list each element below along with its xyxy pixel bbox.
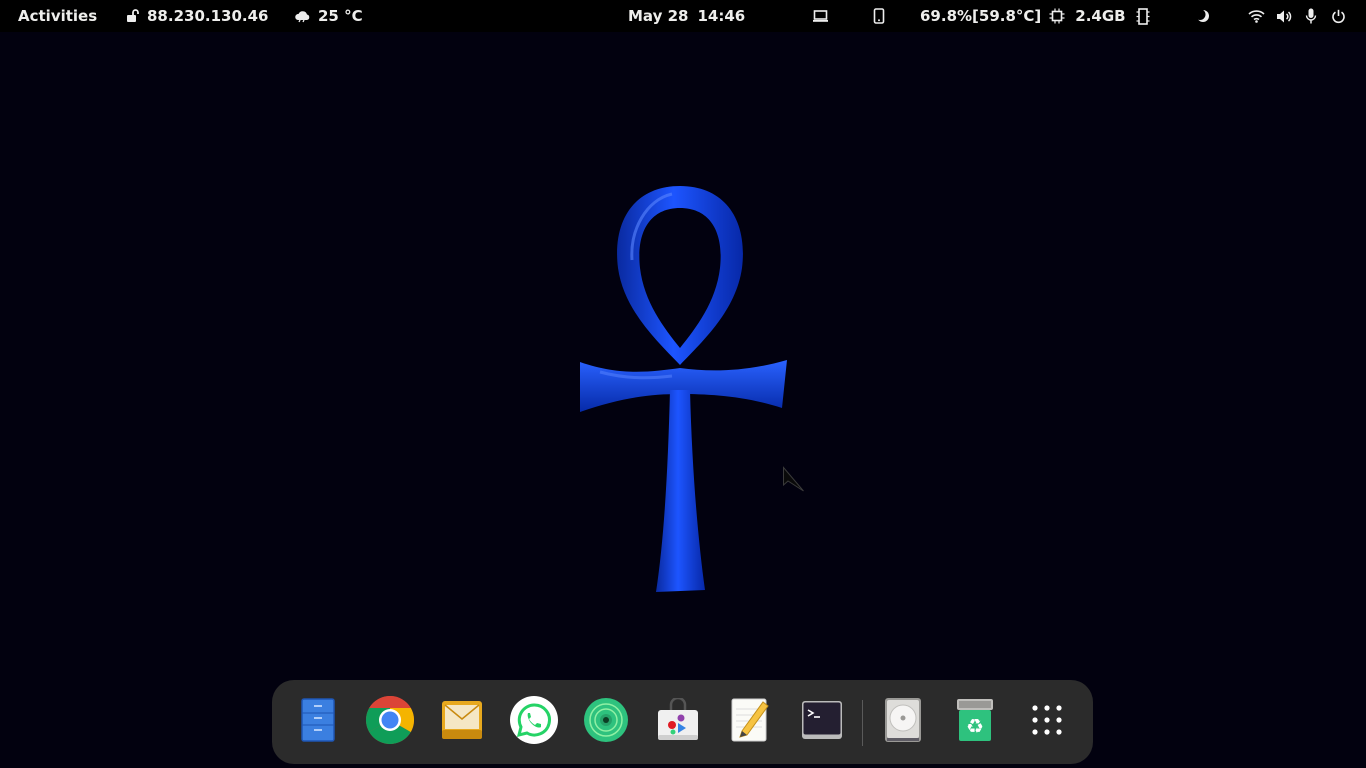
memory-usage: 2.4GB — [1075, 7, 1126, 25]
system-monitor[interactable]: 69.8%[59.8°C] 2.4GB — [920, 0, 1150, 32]
dock: ♻ — [272, 680, 1093, 764]
dock-item-files[interactable] — [294, 698, 342, 746]
dock-item-software-store[interactable] — [654, 696, 702, 746]
night-light-icon — [1196, 9, 1210, 23]
whatsapp-icon — [510, 696, 558, 748]
terminal-icon — [801, 700, 843, 744]
ip-address: 88.230.130.46 — [147, 7, 269, 25]
svg-text:♻: ♻ — [966, 714, 984, 738]
dock-item-whatsapp[interactable] — [510, 696, 558, 748]
dock-item-mail[interactable] — [438, 698, 486, 746]
chrome-icon — [365, 695, 415, 748]
music-disc-icon — [583, 697, 629, 747]
phone-icon — [873, 8, 885, 24]
files-icon — [301, 698, 335, 746]
ankh-wallpaper-image — [560, 150, 800, 604]
phone-indicator[interactable] — [873, 0, 885, 32]
clock-date: May 28 — [628, 7, 689, 25]
hard-disk-icon — [884, 697, 922, 747]
pencil-notepad-icon — [730, 697, 770, 747]
dock-item-text-editor[interactable] — [726, 698, 774, 746]
wifi-icon — [1248, 9, 1265, 23]
dock-item-trash[interactable]: ♻ — [951, 698, 999, 746]
cpu-usage: 69.8%[59.8°C] — [920, 7, 1042, 25]
night-light-indicator[interactable] — [1196, 0, 1210, 32]
activities-button[interactable]: Activities — [18, 0, 97, 32]
dock-item-show-applications[interactable] — [1023, 698, 1071, 746]
laptop-indicator[interactable] — [812, 0, 829, 32]
cloudy-weather-icon — [294, 9, 311, 23]
unlocked-padlock-icon — [126, 9, 140, 23]
mouse-pointer-icon — [782, 466, 806, 498]
cpu-chip-icon — [1049, 8, 1065, 24]
top-bar: Activities 88.230.130.46 25 °C May 28 14… — [0, 0, 1366, 32]
clock[interactable]: May 28 14:46 — [628, 0, 745, 32]
dock-item-disk[interactable] — [879, 698, 927, 746]
ip-indicator[interactable]: 88.230.130.46 — [126, 0, 268, 32]
shopping-bag-icon — [656, 696, 700, 746]
dock-item-google-chrome[interactable] — [365, 695, 415, 748]
activities-label: Activities — [18, 7, 98, 25]
weather-indicator[interactable]: 25 °C — [294, 0, 363, 32]
clock-time: 14:46 — [697, 7, 746, 25]
power-icon — [1331, 9, 1346, 24]
microphone-icon — [1305, 8, 1317, 24]
dock-item-terminal[interactable] — [798, 698, 846, 746]
trash-recycle-icon: ♻ — [956, 698, 994, 746]
memory-icon — [1136, 7, 1150, 25]
system-status-area[interactable] — [1248, 0, 1346, 32]
app-grid-icon — [1031, 704, 1063, 740]
mail-icon — [441, 700, 483, 744]
weather-temperature: 25 °C — [318, 7, 363, 25]
dock-separator — [862, 700, 863, 746]
volume-icon — [1276, 9, 1293, 24]
dock-item-music-player[interactable] — [582, 698, 630, 746]
laptop-icon — [812, 9, 829, 23]
